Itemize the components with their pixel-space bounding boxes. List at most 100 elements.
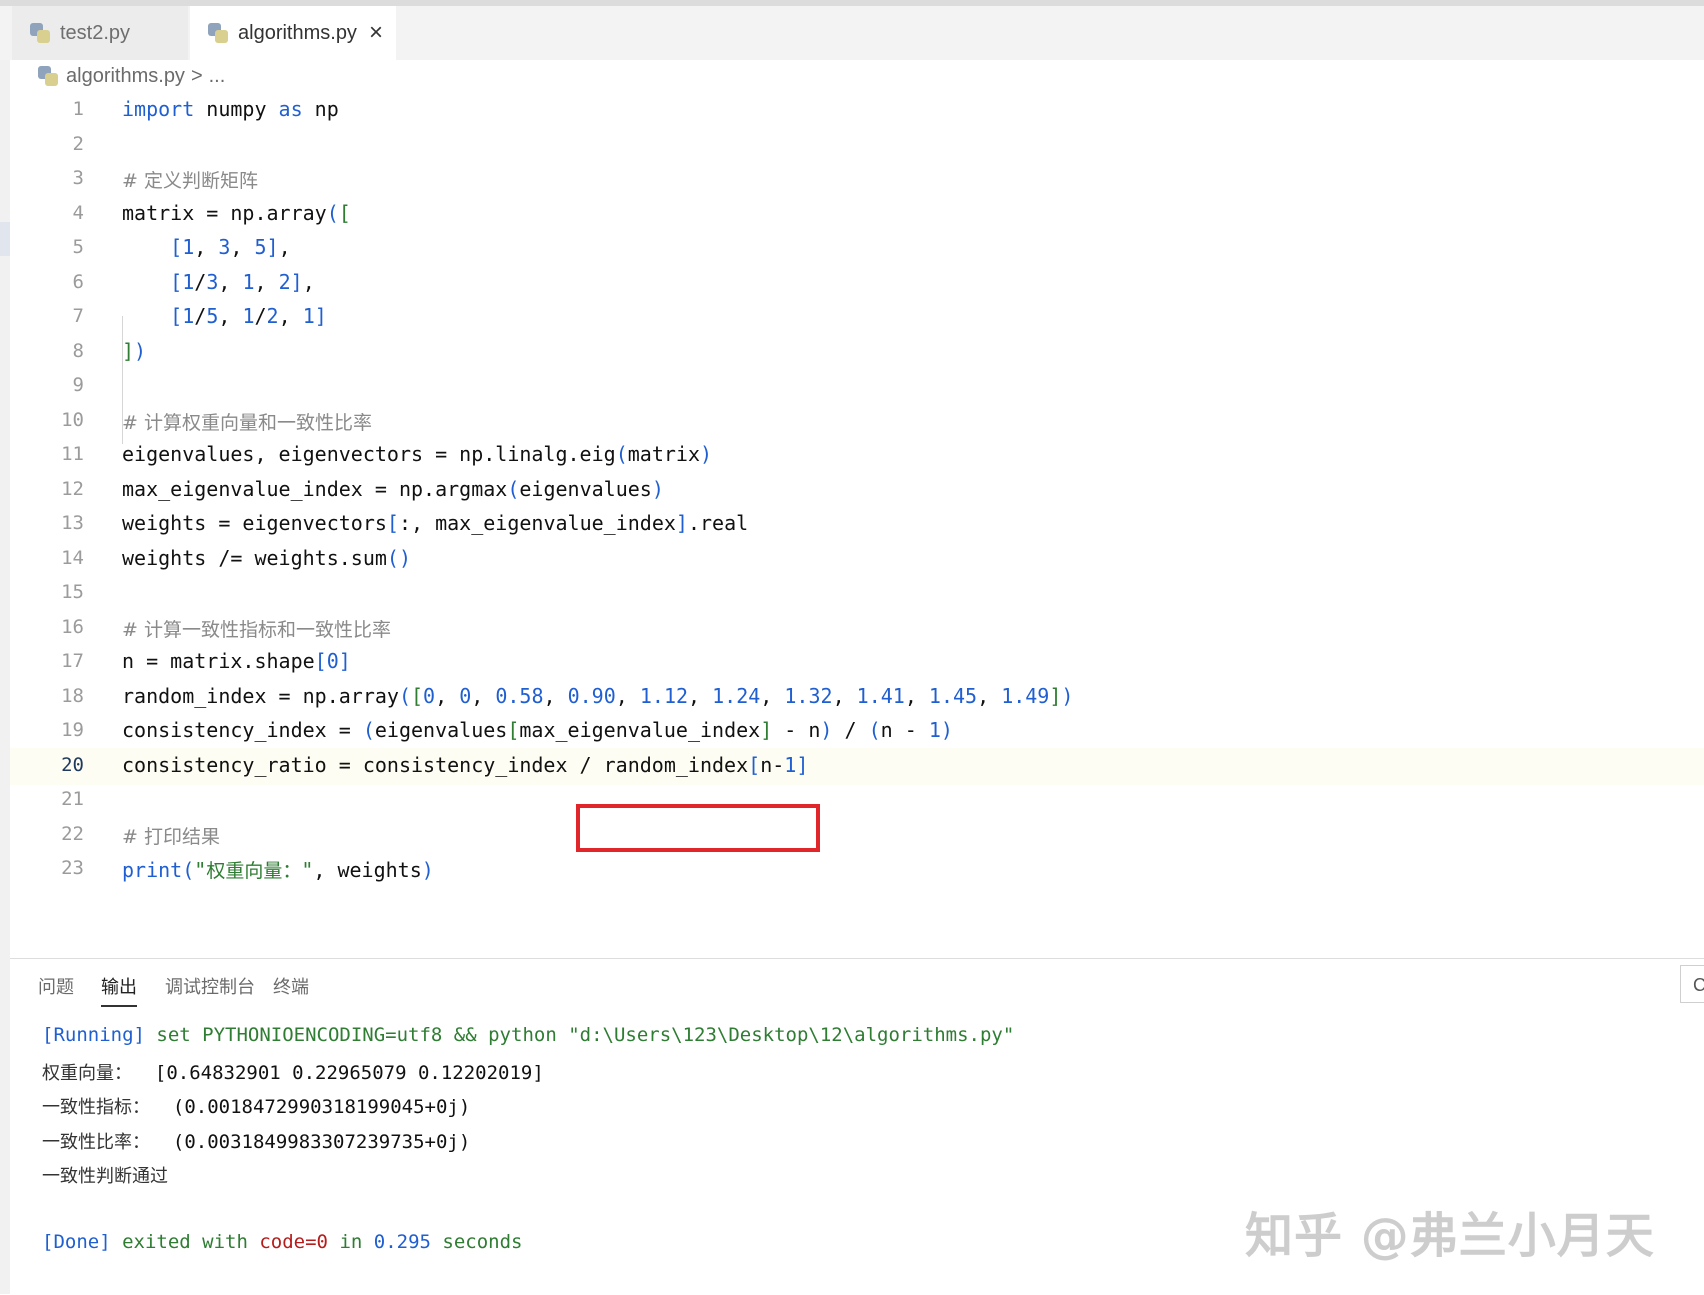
code-token: random_index = np.array <box>122 683 399 708</box>
panel-tab-output[interactable]: 输出 <box>101 973 137 1007</box>
code-token: ( <box>507 476 520 501</box>
line-number: 6 <box>72 270 84 293</box>
code-token: [ <box>386 511 399 535</box>
code-line[interactable]: 2 <box>10 127 1704 164</box>
code-token: , <box>435 683 460 708</box>
code-token: ) <box>651 476 664 501</box>
code-token: import <box>122 97 195 121</box>
code-token: [ <box>170 304 183 328</box>
tab-algorithms[interactable]: algorithms.py × <box>190 6 396 60</box>
line-number: 23 <box>61 857 84 879</box>
code-token: ( <box>362 718 375 742</box>
line-number: 9 <box>72 374 84 396</box>
code-line[interactable]: 11 eigenvalues, eigenvectors = np.linalg.… <box>10 437 1704 474</box>
line-code: # 打印结果 <box>122 822 220 849</box>
code-line[interactable]: 9 <box>10 368 1704 405</box>
panel-tab-problems[interactable]: 问题 <box>38 973 74 999</box>
code-token: 0.58 <box>495 683 544 708</box>
line-code: max_eigenvalue_index = np.argmax(eigenva… <box>122 477 664 501</box>
code-line[interactable]: 22 # 打印结果 <box>10 817 1704 854</box>
code-line[interactable]: 23 print("权重向量：", weights) <box>10 851 1704 888</box>
code-line[interactable]: 1 import numpy as np <box>10 92 1704 129</box>
code-token: 1 <box>242 304 255 328</box>
close-tab-icon[interactable]: × <box>369 21 383 45</box>
output-label: 一致性指标： <box>42 1097 150 1118</box>
code-token: - n <box>772 718 821 742</box>
code-line[interactable]: 15 <box>10 575 1704 612</box>
code-line[interactable]: 6 [1/3, 1, 2], <box>10 265 1704 302</box>
output-value: [0.64832901 0.22965079 0.12202019] <box>132 1062 544 1084</box>
panel-tab-terminal[interactable]: 终端 <box>273 973 309 999</box>
code-token: 1 <box>182 269 195 294</box>
code-token: 1 <box>302 304 315 328</box>
breadcrumb-more[interactable]: ... <box>209 65 226 88</box>
code-token: .real <box>687 511 749 535</box>
code-token: # 打印结果 <box>122 825 220 848</box>
code-editor[interactable]: 1 import numpy as np 2 3 # 定义判断矩阵 4 matrix = n… <box>10 92 1704 958</box>
line-number: 5 <box>72 236 84 258</box>
code-line[interactable]: 21 <box>10 782 1704 819</box>
code-token: eigenvalues, eigenvectors = np.linalg.ei… <box>122 442 616 466</box>
line-number: 16 <box>61 615 84 638</box>
code-line[interactable]: 20 consistency_ratio = consistency_index … <box>10 747 1704 785</box>
code-line[interactable]: 14 weights /= weights.sum() <box>10 541 1704 578</box>
code-token: max_eigenvalue_index = np.argmax <box>122 476 508 501</box>
code-token: ( <box>615 442 628 466</box>
code-line[interactable]: 17 n = matrix.shape[0] <box>10 644 1704 681</box>
code-line[interactable]: 16 # 计算一致性指标和一致性比率 <box>10 610 1704 647</box>
code-line[interactable]: 8]) <box>10 334 1704 371</box>
code-line[interactable]: 13 weights = eigenvectors[:, max_eigenval… <box>10 506 1704 543</box>
code-line[interactable]: 18 random_index = np.array([0, 0, 0.58, 0… <box>10 679 1704 716</box>
code-line[interactable]: 7 [1/5, 1/2, 1] <box>10 299 1704 336</box>
code-token: eigenvalues <box>519 476 652 501</box>
code-token: ] <box>675 511 688 535</box>
code-token: ] <box>290 269 303 294</box>
code-token: matrix = np.array <box>122 200 327 225</box>
code-token: [ <box>507 718 520 742</box>
code-token: ( <box>326 200 339 225</box>
panel-dropdown[interactable]: Co <box>1680 965 1704 1003</box>
code-line[interactable]: 5 [1, 3, 5], <box>10 230 1704 267</box>
line-code: # 定义判断矩阵 <box>122 166 258 193</box>
code-line[interactable]: 12 max_eigenvalue_index = np.argmax(eigen… <box>10 472 1704 509</box>
tab-test2[interactable]: test2.py <box>12 6 188 60</box>
code-line[interactable]: 3 # 定义判断矩阵 <box>10 161 1704 198</box>
line-number: 10 <box>61 408 84 431</box>
line-number: 19 <box>61 719 84 741</box>
code-token: / <box>194 269 207 294</box>
code-line[interactable]: 4 matrix = np.array([ <box>10 196 1704 233</box>
line-number: 2 <box>72 132 84 155</box>
line-code: random_index = np.array([0, 0, 0.58, 0.9… <box>122 684 1073 708</box>
panel-tab-debug-console[interactable]: 调试控制台 <box>165 973 255 999</box>
line-code: [1, 3, 5], <box>122 235 290 259</box>
line-number: 8 <box>72 339 84 362</box>
code-token: 1 <box>928 718 941 742</box>
line-code: matrix = np.array([ <box>122 201 351 225</box>
breadcrumb-file[interactable]: algorithms.py <box>66 65 185 88</box>
code-token: 权重向量： <box>206 860 302 882</box>
code-token: ) <box>820 718 833 742</box>
code-line[interactable]: 19 consistency_index = (eigenvalues[max_e… <box>10 713 1704 750</box>
code-token: weights /= weights.sum <box>122 545 387 570</box>
code-token: , <box>254 269 279 294</box>
line-code: import numpy as np <box>122 97 339 121</box>
elapsed-time: 0.295 <box>373 1231 431 1253</box>
line-code: ]) <box>122 339 146 363</box>
done-seconds: seconds <box>430 1231 523 1253</box>
code-line[interactable]: 10 # 计算权重向量和一致性比率 <box>10 403 1704 440</box>
code-token: , <box>218 304 243 328</box>
line-code: weights /= weights.sum() <box>122 546 411 570</box>
output-label: 一致性判断通过 <box>42 1166 168 1187</box>
code-token: 0.90 <box>567 683 616 708</box>
code-token: / <box>194 304 207 328</box>
code-token: 1.24 <box>712 683 761 708</box>
code-token: n = matrix.shape <box>122 649 315 673</box>
code-token: [ <box>314 649 327 673</box>
code-token: , <box>278 304 303 328</box>
code-token: / <box>832 718 869 742</box>
line-code: # 计算权重向量和一致性比率 <box>122 408 372 435</box>
code-token: 1.12 <box>639 683 689 708</box>
code-token: 3 <box>206 269 219 294</box>
